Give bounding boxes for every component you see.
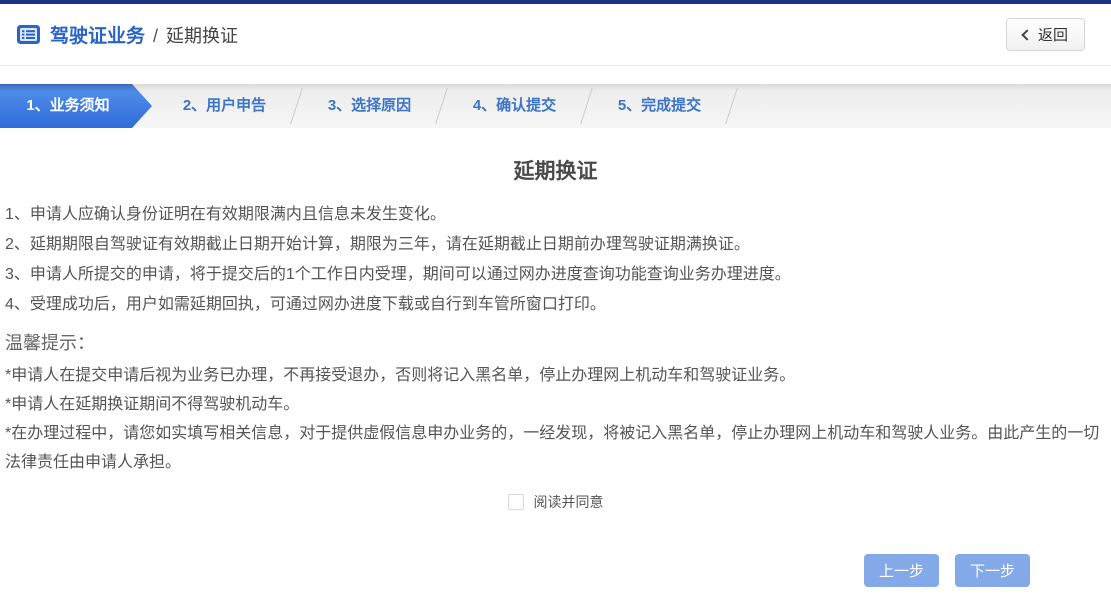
agree-row: 阅读并同意 — [0, 492, 1111, 512]
notice-line-3: 3、申请人所提交的申请，将于提交后的1个工作日内受理，期间可以通过网办进度查询功… — [0, 260, 1111, 290]
agree-checkbox[interactable] — [508, 494, 524, 510]
tip-line-2: *申请人在延期换证期间不得驾驶机动车。 — [0, 390, 1111, 419]
breadcrumb: 驾驶证业务 / 延期换证 — [50, 21, 238, 48]
tip-line-3: *在办理过程中，请您如实填写相关信息，对于提供虚假信息申办业务的，一经发现，将被… — [0, 419, 1111, 477]
step-tab-label: 1、业务须知 — [26, 97, 109, 114]
step-tab-label: 3、选择原因 — [328, 97, 411, 114]
main-content: 延期换证 1、申请人应确认身份证明在有效期限满内且信息未发生变化。 2、延期期限… — [0, 155, 1111, 587]
back-button-label: 返回 — [1038, 24, 1068, 45]
chevron-left-icon — [1021, 29, 1032, 40]
breadcrumb-current: 延期换证 — [166, 26, 238, 46]
step-tabs: 1、业务须知 2、用户申告 3、选择原因 4、确认提交 5、完成提交 — [0, 84, 1111, 128]
notice-line-2: 2、延期期限自驾驶证有效期截止日期开始计算，期限为三年，请在延期截止日期前办理驾… — [0, 230, 1111, 260]
footer-actions: 上一步 下一步 — [0, 554, 1111, 587]
breadcrumb-separator: / — [153, 26, 158, 46]
step-tab-1-business-notice[interactable]: 1、业务须知 — [0, 84, 152, 128]
step-tab-label: 5、完成提交 — [618, 97, 701, 114]
page-title: 延期换证 — [0, 155, 1111, 185]
breadcrumb-section[interactable]: 驾驶证业务 — [50, 26, 145, 47]
tips-title: 温馨提示： — [0, 327, 1111, 359]
back-button[interactable]: 返回 — [1006, 18, 1085, 51]
tip-line-1: *申请人在提交申请后视为业务已办理，不再接受退办，否则将记入黑名单，停止办理网上… — [0, 361, 1111, 390]
step-tab-4-confirm-submit[interactable]: 4、确认提交 — [442, 84, 587, 128]
step-tab-5-complete-submit[interactable]: 5、完成提交 — [587, 84, 732, 128]
agree-label[interactable]: 阅读并同意 — [534, 492, 604, 512]
step-tab-label: 2、用户申告 — [183, 97, 266, 114]
prev-step-button[interactable]: 上一步 — [864, 554, 939, 587]
notice-line-4: 4、受理成功后，用户如需延期回执，可通过网办进度下载或自行到车管所窗口打印。 — [0, 290, 1111, 320]
list-icon — [16, 22, 41, 47]
notice-line-1: 1、申请人应确认身份证明在有效期限满内且信息未发生变化。 — [0, 200, 1111, 230]
step-tab-3-select-reason[interactable]: 3、选择原因 — [297, 84, 442, 128]
next-step-button[interactable]: 下一步 — [955, 554, 1030, 587]
step-tab-label: 4、确认提交 — [473, 97, 556, 114]
steps-filler — [732, 84, 1111, 128]
page-header: 驾驶证业务 / 延期换证 返回 — [0, 4, 1111, 66]
step-tab-2-user-declaration[interactable]: 2、用户申告 — [152, 84, 297, 128]
